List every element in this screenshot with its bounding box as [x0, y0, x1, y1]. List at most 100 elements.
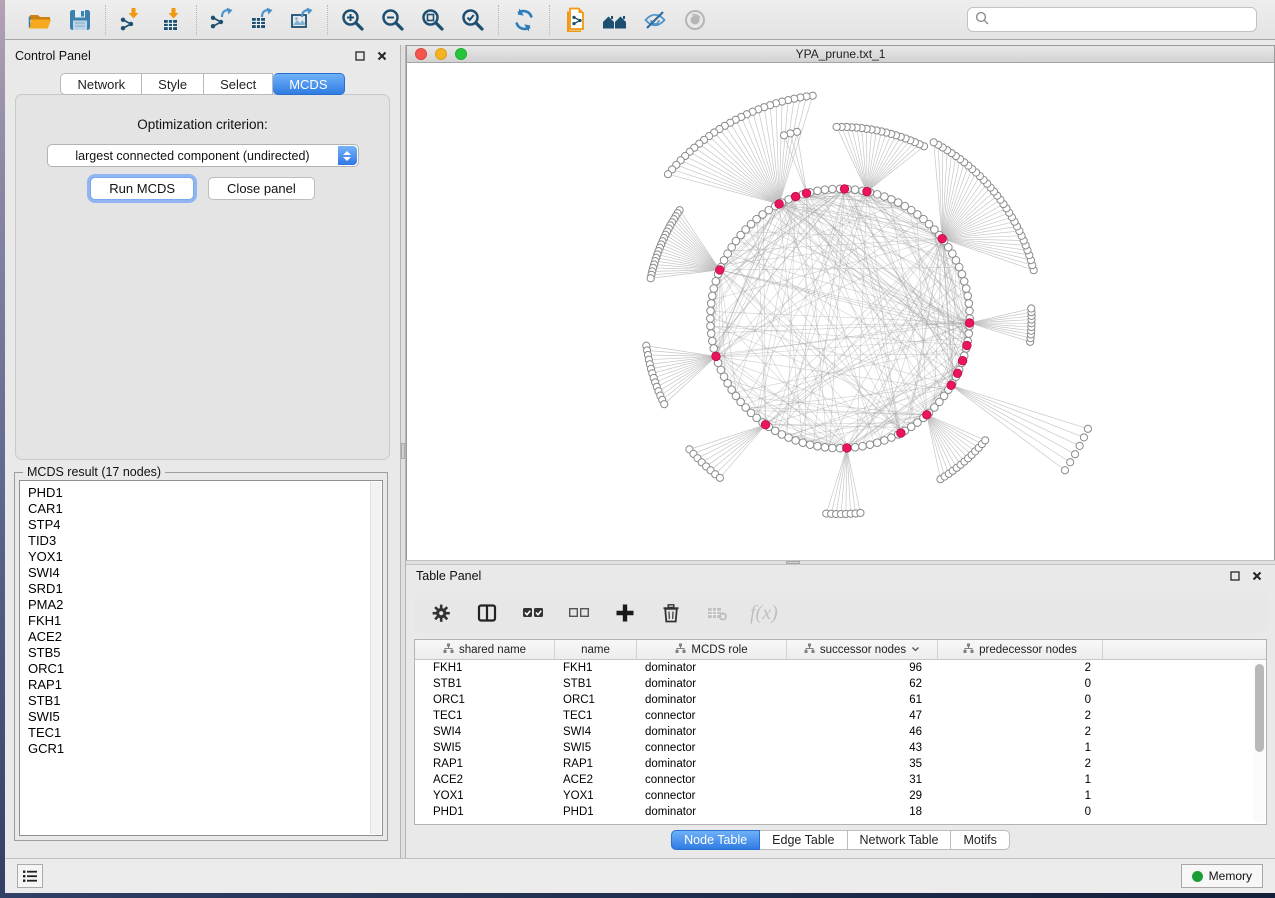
mcds-result-item[interactable]: STB1 [28, 693, 382, 709]
cell-shared-name: RAP1 [415, 758, 555, 770]
zoom-fit-icon[interactable] [417, 5, 449, 35]
tab-motifs[interactable]: Motifs [951, 830, 1009, 850]
mcds-result-item[interactable]: SRD1 [28, 581, 382, 597]
mcds-result-item[interactable]: GCR1 [28, 741, 382, 757]
cell-predecessor-nodes: 1 [938, 774, 1103, 786]
session-home-icon[interactable] [599, 5, 631, 35]
trash-icon[interactable] [658, 600, 684, 626]
tab-select[interactable]: Select [204, 73, 273, 95]
horizontal-splitter[interactable] [406, 560, 1275, 565]
tab-mcds[interactable]: MCDS [273, 73, 344, 95]
scrollbar-thumb[interactable] [1255, 664, 1264, 752]
splitter-grab-handle[interactable] [786, 561, 800, 564]
tab-network[interactable]: Network [60, 73, 142, 95]
column-header-name[interactable]: name [555, 640, 637, 659]
zoom-in-icon[interactable] [337, 5, 369, 35]
table-row[interactable]: RAP1RAP1dominator352 [415, 756, 1266, 772]
save-session-icon[interactable] [64, 5, 96, 35]
mcds-result-item[interactable]: TID3 [28, 533, 382, 549]
network-graph[interactable] [407, 63, 1274, 560]
select-stepper-icon [338, 146, 357, 165]
column-header-predecessor-nodes[interactable]: predecessor nodes [938, 640, 1103, 659]
close-panel-button[interactable]: Close panel [208, 177, 315, 200]
close-panel-icon[interactable] [374, 48, 390, 64]
import-network-icon[interactable] [115, 5, 147, 35]
mcds-result-item[interactable]: SWI5 [28, 709, 382, 725]
mcds-result-item[interactable]: ORC1 [28, 661, 382, 677]
mcds-list-scrollbar[interactable] [370, 482, 381, 834]
zoom-out-icon[interactable] [377, 5, 409, 35]
empty-boxes-icon[interactable] [566, 600, 592, 626]
float-panel-icon[interactable] [352, 48, 368, 64]
tab-style[interactable]: Style [142, 73, 204, 95]
table-row[interactable]: TEC1TEC1connector472 [415, 708, 1266, 724]
mcds-result-list[interactable]: PHD1CAR1STP4TID3YOX1SWI4SRD1PMA2FKH1ACE2… [19, 480, 383, 836]
import-table-icon[interactable] [155, 5, 187, 35]
search-box[interactable] [967, 7, 1257, 32]
tree-icon [443, 643, 454, 657]
cell-predecessor-nodes: 0 [938, 694, 1103, 706]
table-row[interactable]: SWI5SWI5connector431 [415, 740, 1266, 756]
mcds-result-item[interactable]: PMA2 [28, 597, 382, 613]
export-network-icon[interactable] [206, 5, 238, 35]
cell-predecessor-nodes: 2 [938, 726, 1103, 738]
splitter-grab-handle[interactable] [401, 443, 405, 459]
cell-name: RAP1 [555, 758, 637, 770]
mcds-result-item[interactable]: ACE2 [28, 629, 382, 645]
tab-node-table[interactable]: Node Table [671, 830, 760, 850]
memory-label: Memory [1209, 869, 1252, 883]
mcds-result-item[interactable]: STB5 [28, 645, 382, 661]
table-row[interactable]: FKH1FKH1dominator962 [415, 660, 1266, 676]
task-history-button[interactable] [17, 864, 43, 888]
column-header-successor-nodes[interactable]: successor nodes [787, 640, 938, 659]
plus-icon[interactable] [612, 600, 638, 626]
table-row[interactable]: YOX1YOX1connector291 [415, 788, 1266, 804]
sort-chevron-icon [911, 644, 920, 656]
zoom-selected-icon[interactable] [457, 5, 489, 35]
network-canvas[interactable] [407, 63, 1274, 560]
tab-network-table[interactable]: Network Table [848, 830, 952, 850]
search-input[interactable] [994, 13, 1249, 27]
mcds-result-groupbox: MCDS result (17 nodes) PHD1CAR1STP4TID3Y… [14, 472, 388, 841]
table-delete-icon [704, 600, 730, 626]
table-row[interactable]: ORC1ORC1dominator610 [415, 692, 1266, 708]
table-row[interactable]: STB1STB1dominator620 [415, 676, 1266, 692]
mcds-result-item[interactable]: TEC1 [28, 725, 382, 741]
close-panel-icon[interactable] [1249, 568, 1265, 584]
cell-shared-name: TEC1 [415, 710, 555, 722]
mcds-result-item[interactable]: CAR1 [28, 501, 382, 517]
tree-icon [804, 643, 815, 657]
mcds-result-item[interactable]: FKH1 [28, 613, 382, 629]
table-row[interactable]: SWI4SWI4dominator462 [415, 724, 1266, 740]
refresh-icon[interactable] [508, 5, 540, 35]
gear-icon[interactable] [428, 600, 454, 626]
table-row[interactable]: PHD1PHD1dominator180 [415, 804, 1266, 820]
memory-button[interactable]: Memory [1181, 864, 1263, 888]
mcds-result-item[interactable]: RAP1 [28, 677, 382, 693]
export-table-icon[interactable] [246, 5, 278, 35]
node-table[interactable]: shared namenameMCDS rolesuccessor nodesp… [414, 639, 1267, 825]
float-panel-icon[interactable] [1227, 568, 1243, 584]
vertical-splitter[interactable] [400, 45, 406, 858]
mcds-result-item[interactable]: SWI4 [28, 565, 382, 581]
list-icon [22, 869, 38, 883]
cell-successor-nodes: 29 [787, 790, 938, 802]
hide-style-icon[interactable] [639, 5, 671, 35]
export-image-icon[interactable] [286, 5, 318, 35]
tab-edge-table[interactable]: Edge Table [760, 830, 847, 850]
table-scrollbar[interactable] [1253, 662, 1265, 822]
columns-icon[interactable] [474, 600, 500, 626]
column-header-MCDS-role[interactable]: MCDS role [637, 640, 787, 659]
run-mcds-button[interactable]: Run MCDS [90, 177, 194, 200]
check-boxes-icon[interactable] [520, 600, 546, 626]
open-file-icon[interactable] [24, 5, 56, 35]
mcds-result-item[interactable]: YOX1 [28, 549, 382, 565]
table-row[interactable]: ACE2ACE2connector311 [415, 772, 1266, 788]
mcds-result-item[interactable]: PHD1 [28, 485, 382, 501]
network-file-icon[interactable] [559, 5, 591, 35]
cell-mcds-role: connector [637, 742, 787, 754]
column-header-shared-name[interactable]: shared name [415, 640, 555, 659]
cell-successor-nodes: 96 [787, 662, 938, 674]
optimization-select[interactable]: largest connected component (undirected) [47, 144, 359, 167]
mcds-result-item[interactable]: STP4 [28, 517, 382, 533]
